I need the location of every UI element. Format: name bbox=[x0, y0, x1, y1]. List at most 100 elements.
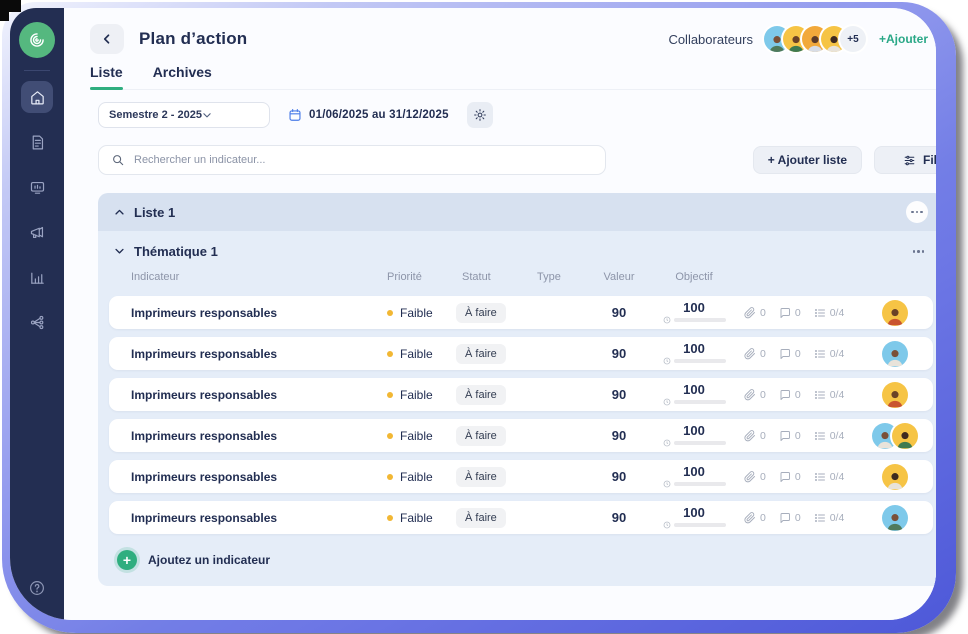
objective-cell: 100 bbox=[644, 342, 744, 365]
checklist-icon bbox=[814, 307, 826, 319]
meta-cell: 0 0 0/4 bbox=[744, 430, 856, 442]
page-header: Plan d’action Collaborateurs bbox=[64, 8, 936, 54]
add-list-button[interactable]: + Ajouter liste bbox=[753, 146, 862, 174]
help-button[interactable] bbox=[25, 576, 49, 600]
avatar bbox=[882, 464, 908, 490]
attachments-count: 0 bbox=[760, 430, 766, 442]
value-cell: 90 bbox=[594, 428, 644, 443]
period-select-value: Semestre 2 - 2025 bbox=[109, 109, 202, 121]
col-valeur: Valeur bbox=[594, 271, 644, 283]
table-row[interactable]: Imprimeurs responsables Faible À faire 9… bbox=[109, 337, 933, 370]
progress-bar bbox=[674, 441, 726, 445]
checklist-icon bbox=[814, 512, 826, 524]
home-icon bbox=[29, 89, 46, 106]
status-badge: À faire bbox=[456, 344, 506, 364]
table-row[interactable]: Imprimeurs responsables Faible À faire 9… bbox=[109, 460, 933, 493]
gear-icon bbox=[473, 108, 487, 122]
tab-archives[interactable]: Archives bbox=[153, 64, 212, 89]
meta-cell: 0 0 0/4 bbox=[744, 512, 856, 524]
avatar bbox=[882, 505, 908, 531]
objective-cell: 100 bbox=[644, 424, 744, 447]
indicator-name: Imprimeurs responsables bbox=[109, 511, 379, 525]
theme-row[interactable]: Thématique 1 bbox=[109, 235, 933, 266]
status-badge: À faire bbox=[456, 385, 506, 405]
table-row[interactable]: Imprimeurs responsables Faible À faire 9… bbox=[109, 501, 933, 534]
status-badge: À faire bbox=[456, 426, 506, 446]
theme-menu-button[interactable] bbox=[909, 246, 929, 257]
avatar bbox=[882, 300, 908, 326]
priority-label: Faible bbox=[400, 388, 433, 402]
filter-button[interactable]: Filtrer bbox=[874, 146, 936, 174]
add-collaborator-button[interactable]: +Ajouter bbox=[879, 32, 928, 46]
comments-icon bbox=[779, 430, 791, 442]
sidebar-item-network[interactable] bbox=[21, 306, 53, 338]
sidebar-item-stats[interactable] bbox=[21, 261, 53, 293]
search-input[interactable] bbox=[134, 154, 593, 166]
main-content: Plan d’action Collaborateurs bbox=[64, 8, 936, 620]
settings-button[interactable] bbox=[467, 102, 493, 128]
priority-label: Faible bbox=[400, 306, 433, 320]
comments-count: 0 bbox=[795, 348, 801, 360]
progress-bar bbox=[674, 400, 726, 404]
calendar-icon bbox=[288, 108, 302, 122]
sidebar-item-campaigns[interactable] bbox=[21, 216, 53, 248]
assignee-avatars[interactable] bbox=[856, 300, 933, 326]
attachments-count: 0 bbox=[760, 389, 766, 401]
assignee-avatars[interactable] bbox=[856, 382, 933, 408]
meta-cell: 0 0 0/4 bbox=[744, 471, 856, 483]
comments-count: 0 bbox=[795, 389, 801, 401]
checklist-count: 0/4 bbox=[830, 430, 845, 442]
assignee-avatars[interactable] bbox=[856, 423, 933, 449]
priority-label: Faible bbox=[400, 470, 433, 484]
table-row[interactable]: Imprimeurs responsables Faible À faire 9… bbox=[109, 296, 933, 329]
checklist-icon bbox=[814, 389, 826, 401]
value-cell: 90 bbox=[594, 387, 644, 402]
sidebar-item-documents[interactable] bbox=[21, 126, 53, 158]
objective-value: 100 bbox=[683, 342, 705, 355]
status-badge: À faire bbox=[456, 467, 506, 487]
collaborator-avatars[interactable]: +5 bbox=[764, 26, 866, 52]
add-indicator-button[interactable]: + Ajoutez un indicateur bbox=[117, 550, 933, 570]
filter-row: Semestre 2 - 2025 01/06/2025 au 31/12/20… bbox=[98, 102, 936, 128]
avatar bbox=[892, 423, 918, 449]
search-box[interactable] bbox=[98, 145, 606, 175]
period-select[interactable]: Semestre 2 - 2025 bbox=[98, 102, 270, 128]
sidebar-nav bbox=[21, 81, 53, 338]
avatar-overflow-badge[interactable]: +5 bbox=[840, 26, 866, 52]
assignee-avatars[interactable] bbox=[856, 505, 933, 531]
date-range[interactable]: 01/06/2025 au 31/12/2025 bbox=[288, 108, 449, 122]
tab-liste[interactable]: Liste bbox=[90, 64, 123, 89]
table-row[interactable]: Imprimeurs responsables Faible À faire 9… bbox=[109, 419, 933, 452]
col-priorite: Priorité bbox=[379, 271, 454, 283]
priority-dot-icon bbox=[387, 474, 393, 480]
checklist-count: 0/4 bbox=[830, 471, 845, 483]
objective-value: 100 bbox=[683, 383, 705, 396]
table-row[interactable]: Imprimeurs responsables Faible À faire 9… bbox=[109, 378, 933, 411]
sidebar-item-dashboard[interactable] bbox=[21, 171, 53, 203]
question-icon bbox=[28, 579, 46, 597]
sidebar-divider bbox=[24, 70, 50, 71]
meta-cell: 0 0 0/4 bbox=[744, 389, 856, 401]
chevron-down-icon bbox=[114, 246, 125, 257]
clock-icon bbox=[663, 398, 671, 406]
priority-dot-icon bbox=[387, 392, 393, 398]
brand-logo-icon[interactable] bbox=[19, 22, 55, 58]
tab-bar: Liste Archives bbox=[90, 64, 936, 90]
column-headers: Indicateur Priorité Statut Type Valeur O… bbox=[109, 266, 933, 288]
collaborators-group: Collaborateurs bbox=[668, 26, 928, 52]
monitor-icon bbox=[29, 179, 46, 196]
sidebar-item-home[interactable] bbox=[21, 81, 53, 113]
list-title: Liste 1 bbox=[134, 205, 175, 220]
back-button[interactable] bbox=[90, 24, 124, 54]
assignee-avatars[interactable] bbox=[856, 464, 933, 490]
col-statut: Statut bbox=[454, 271, 529, 283]
list-header[interactable]: Liste 1 bbox=[98, 193, 936, 231]
assignee-avatars[interactable] bbox=[856, 341, 933, 367]
objective-value: 100 bbox=[683, 506, 705, 519]
col-objectif: Objectif bbox=[644, 271, 744, 283]
page: Plan d’action Collaborateurs bbox=[0, 0, 968, 634]
comments-count: 0 bbox=[795, 307, 801, 319]
objective-cell: 100 bbox=[644, 506, 744, 529]
list-menu-button[interactable] bbox=[906, 201, 928, 223]
paperclip-icon bbox=[744, 348, 756, 360]
